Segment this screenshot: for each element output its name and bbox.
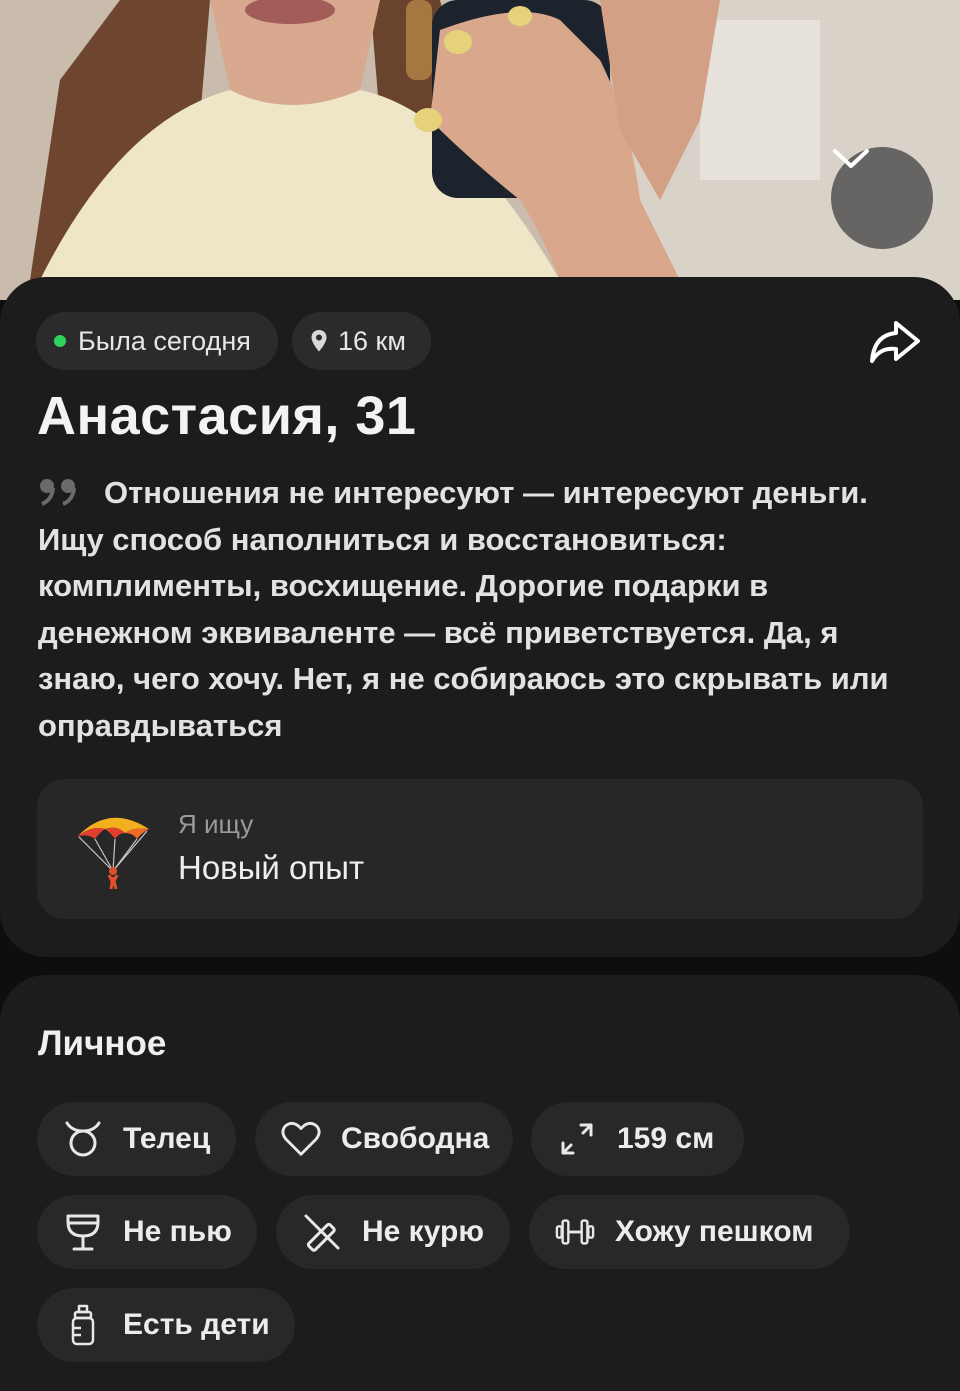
- parachute-icon: [73, 807, 153, 891]
- dumbbell-icon: [555, 1212, 595, 1252]
- chip-label: Не пью: [123, 1215, 232, 1248]
- chip-activity: Хожу пешком: [529, 1195, 850, 1269]
- chip-label: Свободна: [341, 1122, 490, 1155]
- glass-icon: [63, 1212, 103, 1252]
- quote-icon: [38, 473, 82, 506]
- chip-drinking: Не пью: [37, 1195, 257, 1269]
- heart-icon: [281, 1119, 321, 1159]
- bio-text: Отношения не интересуют — интересуют ден…: [38, 475, 889, 743]
- chip-relationship: Свободна: [255, 1102, 513, 1176]
- chip-label: Телец: [123, 1122, 211, 1155]
- chip-height: 159 см: [531, 1102, 744, 1176]
- share-icon: [870, 321, 920, 363]
- profile-card: Была сегодня 16 км Анастасия, 31 Отношен…: [0, 277, 960, 957]
- online-status-badge: Была сегодня: [36, 312, 278, 370]
- profile-photo[interactable]: [0, 0, 960, 300]
- height-arrows-icon: [557, 1119, 597, 1159]
- distance-text: 16 км: [338, 325, 406, 356]
- personal-card: Личное Телец Свободна 159 см Не пью Не к…: [0, 975, 960, 1391]
- taurus-icon: [63, 1119, 103, 1159]
- looking-for-value: Новый опыт: [178, 849, 365, 886]
- online-dot-icon: [54, 335, 66, 347]
- collapse-button[interactable]: [831, 147, 933, 249]
- baby-bottle-icon: [63, 1304, 103, 1346]
- chip-label: Не курю: [362, 1215, 484, 1248]
- photo-illustration: [0, 0, 960, 300]
- location-pin-icon: [310, 329, 328, 353]
- chip-zodiac: Телец: [37, 1102, 236, 1176]
- chip-smoking: Не курю: [276, 1195, 510, 1269]
- chevron-down-icon: [833, 149, 869, 168]
- section-title-personal: Личное: [38, 1024, 167, 1063]
- looking-for-label: Я ищу: [178, 809, 254, 839]
- chip-label: 159 см: [617, 1122, 715, 1155]
- chip-label: Есть дети: [123, 1308, 270, 1341]
- share-button[interactable]: [866, 317, 924, 367]
- profile-name: Анастасия, 31: [37, 386, 417, 446]
- profile-bio: Отношения не интересуют — интересуют ден…: [38, 470, 928, 749]
- chip-label: Хожу пешком: [615, 1215, 814, 1248]
- profile-screen: Была сегодня 16 км Анастасия, 31 Отношен…: [0, 0, 960, 1391]
- distance-badge: 16 км: [292, 312, 431, 370]
- chip-children: Есть дети: [37, 1288, 295, 1362]
- status-text: Была сегодня: [78, 325, 251, 356]
- no-smoking-icon: [302, 1212, 342, 1252]
- looking-for-box: Я ищу Новый опыт: [37, 779, 923, 919]
